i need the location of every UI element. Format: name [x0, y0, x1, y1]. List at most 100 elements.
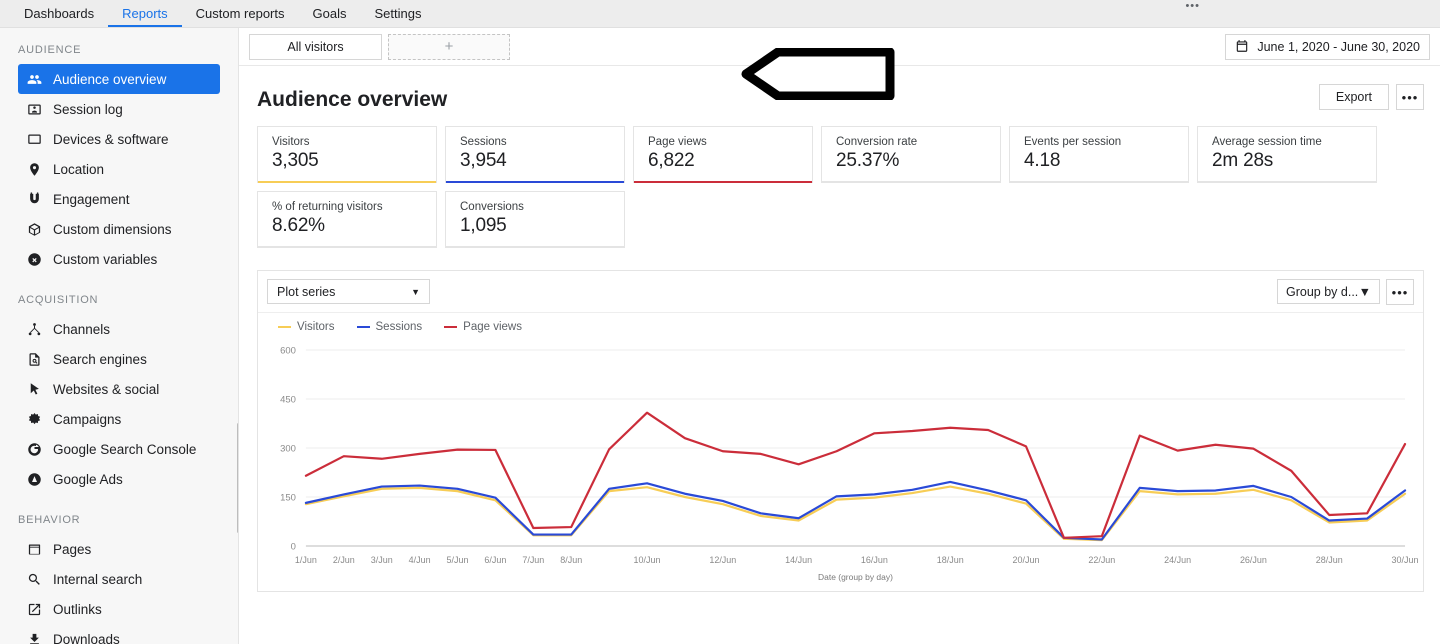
external-link-icon: [26, 601, 42, 617]
page-header-actions: Export •••: [1318, 84, 1424, 110]
topnav-item-dashboards[interactable]: Dashboards: [10, 7, 108, 27]
svg-text:22/Jun: 22/Jun: [1088, 555, 1115, 565]
calendar-icon: [1235, 39, 1249, 56]
sidebar-section-audience: AUDIENCE: [18, 44, 82, 56]
legend-item-page-views[interactable]: Page views: [444, 321, 522, 333]
svg-text:3/Jun: 3/Jun: [371, 555, 393, 565]
legend-label: Page views: [463, 320, 522, 333]
metric-card-page-views[interactable]: Page views 6,822: [633, 126, 813, 183]
sidebar-item-websites-social[interactable]: Websites & social: [18, 374, 220, 404]
metric-label: Conversion rate: [836, 136, 918, 148]
topnav-item-custom-reports[interactable]: Custom reports: [182, 7, 299, 27]
legend-label: Visitors: [297, 320, 335, 333]
metric-label: Events per session: [1024, 136, 1122, 148]
svg-text:450: 450: [280, 394, 296, 405]
metric-card-returning-visitors[interactable]: % of returning visitors 8.62%: [257, 191, 437, 248]
magnet-icon: [26, 191, 42, 207]
topnav-item-settings[interactable]: Settings: [360, 7, 435, 27]
metric-value: 2m 28s: [1212, 150, 1274, 171]
sidebar-item-google-ads[interactable]: Google Ads: [18, 464, 220, 494]
sidebar-item-session-log[interactable]: Session log: [18, 94, 220, 124]
metric-accent-bar: [634, 181, 812, 183]
sidebar-item-label: Websites & social: [53, 381, 160, 397]
svg-text:28/Jun: 28/Jun: [1316, 555, 1343, 565]
sidebar-item-audience-overview[interactable]: Audience overview: [18, 64, 220, 94]
svg-text:30/Jun: 30/Jun: [1392, 555, 1419, 565]
metric-accent-bar: [446, 246, 624, 248]
segment-bar: All visitors + June 1, 2020 - June 30, 2…: [239, 28, 1440, 66]
burst-icon: [26, 411, 42, 427]
svg-text:4/Jun: 4/Jun: [409, 555, 431, 565]
svg-text:8/Jun: 8/Jun: [560, 555, 582, 565]
date-range-picker[interactable]: June 1, 2020 - June 30, 2020: [1225, 34, 1430, 60]
svg-text:2/Jun: 2/Jun: [333, 555, 355, 565]
sidebar-item-outlinks[interactable]: Outlinks: [18, 594, 220, 624]
sidebar-item-devices-software[interactable]: Devices & software: [18, 124, 220, 154]
sidebar-item-pages[interactable]: Pages: [18, 534, 220, 564]
pin-icon: [26, 161, 42, 177]
variable-icon: [26, 251, 42, 267]
sidebar-item-label: Engagement: [53, 191, 130, 207]
metric-label: Average session time: [1212, 136, 1322, 148]
cube-icon: [26, 221, 42, 237]
metric-card-sessions[interactable]: Sessions 3,954: [445, 126, 625, 183]
cursor-icon: [26, 381, 42, 397]
metric-label: Sessions: [460, 136, 507, 148]
chart-more-options-button[interactable]: •••: [1386, 279, 1414, 305]
sidebar-item-campaigns[interactable]: Campaigns: [18, 404, 220, 434]
legend-item-visitors[interactable]: Visitors: [278, 321, 335, 333]
svg-text:6/Jun: 6/Jun: [484, 555, 506, 565]
sidebar-item-channels[interactable]: Channels: [18, 314, 220, 344]
add-segment-button[interactable]: +: [388, 33, 510, 60]
chart-panel: Plot series ▼ Group by d... ▼ ••• Visito…: [257, 270, 1424, 592]
legend-swatch: [444, 325, 458, 328]
sidebar-item-google-search-console[interactable]: Google Search Console: [18, 434, 220, 464]
search-doc-icon: [26, 351, 42, 367]
window-icon: [26, 541, 42, 557]
svg-text:26/Jun: 26/Jun: [1240, 555, 1267, 565]
sidebar-item-downloads[interactable]: Downloads: [18, 624, 220, 644]
metric-card-visitors[interactable]: Visitors 3,305: [257, 126, 437, 183]
group-by-label: Group by d...: [1286, 284, 1359, 299]
line-chart[interactable]: 0 150 300 450 600 1/Jun 2/Jun 3/Jun 4/Jun 5/Jun 6/…: [258, 338, 1423, 590]
sidebar-item-search-engines[interactable]: Search engines: [18, 344, 220, 374]
svg-text:0: 0: [291, 541, 296, 552]
sidebar-item-location[interactable]: Location: [18, 154, 220, 184]
sidebar-item-label: Outlinks: [53, 601, 102, 617]
page-more-options-button[interactable]: •••: [1396, 84, 1424, 110]
export-button[interactable]: Export: [1318, 84, 1389, 110]
plot-series-select[interactable]: Plot series ▼: [267, 279, 430, 304]
segment-all-visitors-button[interactable]: All visitors: [249, 33, 382, 60]
legend-label: Sessions: [375, 320, 423, 333]
legend-item-sessions[interactable]: Sessions: [356, 320, 423, 333]
topnav-item-goals[interactable]: Goals: [299, 7, 361, 27]
sidebar-item-label: Location: [53, 161, 105, 177]
sidebar-section-acquisition: ACQUISITION: [18, 294, 99, 306]
sidebar-item-engagement[interactable]: Engagement: [18, 184, 220, 214]
svg-text:1/Jun: 1/Jun: [295, 555, 317, 565]
svg-text:24/Jun: 24/Jun: [1164, 555, 1191, 565]
sidebar-item-internal-search[interactable]: Internal search: [18, 564, 220, 594]
metric-card-conversion-rate[interactable]: Conversion rate 25.37%: [821, 126, 1001, 183]
group-by-select[interactable]: Group by d... ▼: [1277, 279, 1380, 304]
sidebar-item-label: Devices & software: [53, 131, 169, 147]
network-icon: [26, 321, 42, 337]
sidebar-item-custom-dimensions[interactable]: Custom dimensions: [18, 214, 220, 244]
topnav-overflow-icon[interactable]: •••: [1185, 0, 1200, 12]
svg-text:7/Jun: 7/Jun: [522, 555, 544, 565]
chart-toolbar-right: Group by d... ▼ •••: [1277, 279, 1414, 305]
ads-icon: [26, 471, 42, 487]
search-icon: [26, 571, 42, 587]
metric-accent-bar: [258, 246, 436, 248]
people-icon: [26, 71, 42, 87]
sidebar-item-label: Pages: [53, 541, 92, 557]
metric-card-average-session-time[interactable]: Average session time 2m 28s: [1197, 126, 1377, 183]
metric-card-events-per-session[interactable]: Events per session 4.18: [1009, 126, 1189, 183]
topnav-item-reports[interactable]: Reports: [108, 7, 182, 27]
svg-text:300: 300: [280, 443, 296, 454]
sidebar-item-custom-variables[interactable]: Custom variables: [18, 244, 220, 274]
metric-card-conversions[interactable]: Conversions 1,095: [445, 191, 625, 248]
legend-swatch: [356, 325, 370, 328]
sidebar-item-label: Audience overview: [53, 71, 167, 87]
sidebar: AUDIENCE Audience overview Session log D…: [0, 28, 239, 644]
